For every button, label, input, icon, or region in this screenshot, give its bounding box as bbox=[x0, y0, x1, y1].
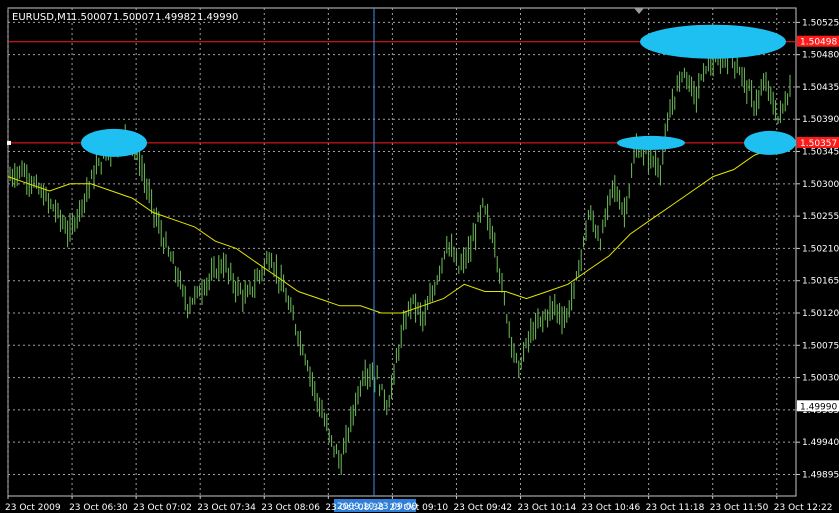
y-tick-label: 1.50390 bbox=[802, 115, 839, 125]
low-value: 1.49982 bbox=[155, 12, 196, 23]
y-tick-label: 1.50165 bbox=[802, 277, 839, 287]
x-tick-label: 23 Oct 10:46 bbox=[582, 503, 641, 513]
highlight-ellipse bbox=[81, 128, 147, 157]
chart-header: EURUSD,M1 1.50007 1.50007 1.49982 1.4999… bbox=[12, 12, 238, 23]
chart-background bbox=[0, 0, 839, 513]
y-tick-label: 1.50255 bbox=[802, 212, 839, 222]
x-tick-label: 23 Oct 12:22 bbox=[774, 503, 833, 513]
y-tick-label: 1.50210 bbox=[802, 244, 839, 254]
level-anchor-marker bbox=[7, 140, 11, 145]
x-tick-label: 23 Oct 10:14 bbox=[518, 503, 577, 513]
symbol-label: EURUSD,M1 bbox=[12, 12, 72, 23]
price-chart[interactable]: 1.504981.50357 2009.10.23 09:00 1.505251… bbox=[0, 0, 839, 513]
high-value: 1.50007 bbox=[113, 12, 154, 23]
x-tick-label: 23 Oct 07:02 bbox=[133, 503, 192, 513]
x-tick-label: 23 Oct 2009 bbox=[5, 503, 61, 513]
price-axis[interactable]: 1.50525 1.50480 1.50435 1.50390 1.50345 1.503… bbox=[796, 18, 839, 480]
x-tick-label: 23 Oct 09:42 bbox=[453, 503, 512, 513]
x-tick-label: 23 Oct 06:30 bbox=[69, 503, 128, 513]
current-price-label: 1.49990 bbox=[800, 402, 837, 412]
highlight-ellipse bbox=[640, 24, 786, 59]
x-tick-label: 23 Oct 11:50 bbox=[710, 503, 769, 513]
x-tick-label: 23 Oct 08:06 bbox=[261, 503, 320, 513]
x-tick-label: 23 Oct 08:38 bbox=[325, 503, 384, 513]
highlight-ellipse bbox=[617, 135, 685, 150]
highlight-ellipse bbox=[744, 130, 796, 155]
open-value: 1.50007 bbox=[71, 12, 112, 23]
y-tick-label: 1.50030 bbox=[802, 374, 839, 384]
y-tick-label: 1.50345 bbox=[802, 148, 839, 158]
y-tick-label: 1.49940 bbox=[802, 438, 839, 448]
close-value: 1.49990 bbox=[197, 12, 238, 23]
y-tick-label: 1.50435 bbox=[802, 83, 839, 93]
x-tick-label: 23 Oct 11:18 bbox=[646, 503, 705, 513]
x-tick-label: 23 Oct 07:34 bbox=[197, 503, 256, 513]
level-label: 1.50498 bbox=[800, 38, 837, 48]
y-tick-label: 1.49895 bbox=[802, 470, 839, 480]
y-tick-label: 1.50480 bbox=[802, 51, 839, 61]
x-tick-label: 23 Oct 09:10 bbox=[389, 503, 448, 513]
y-tick-label: 1.50525 bbox=[802, 18, 839, 28]
y-tick-label: 1.50120 bbox=[802, 309, 839, 319]
y-tick-label: 1.50300 bbox=[802, 180, 839, 190]
y-tick-label: 1.50075 bbox=[802, 341, 839, 351]
